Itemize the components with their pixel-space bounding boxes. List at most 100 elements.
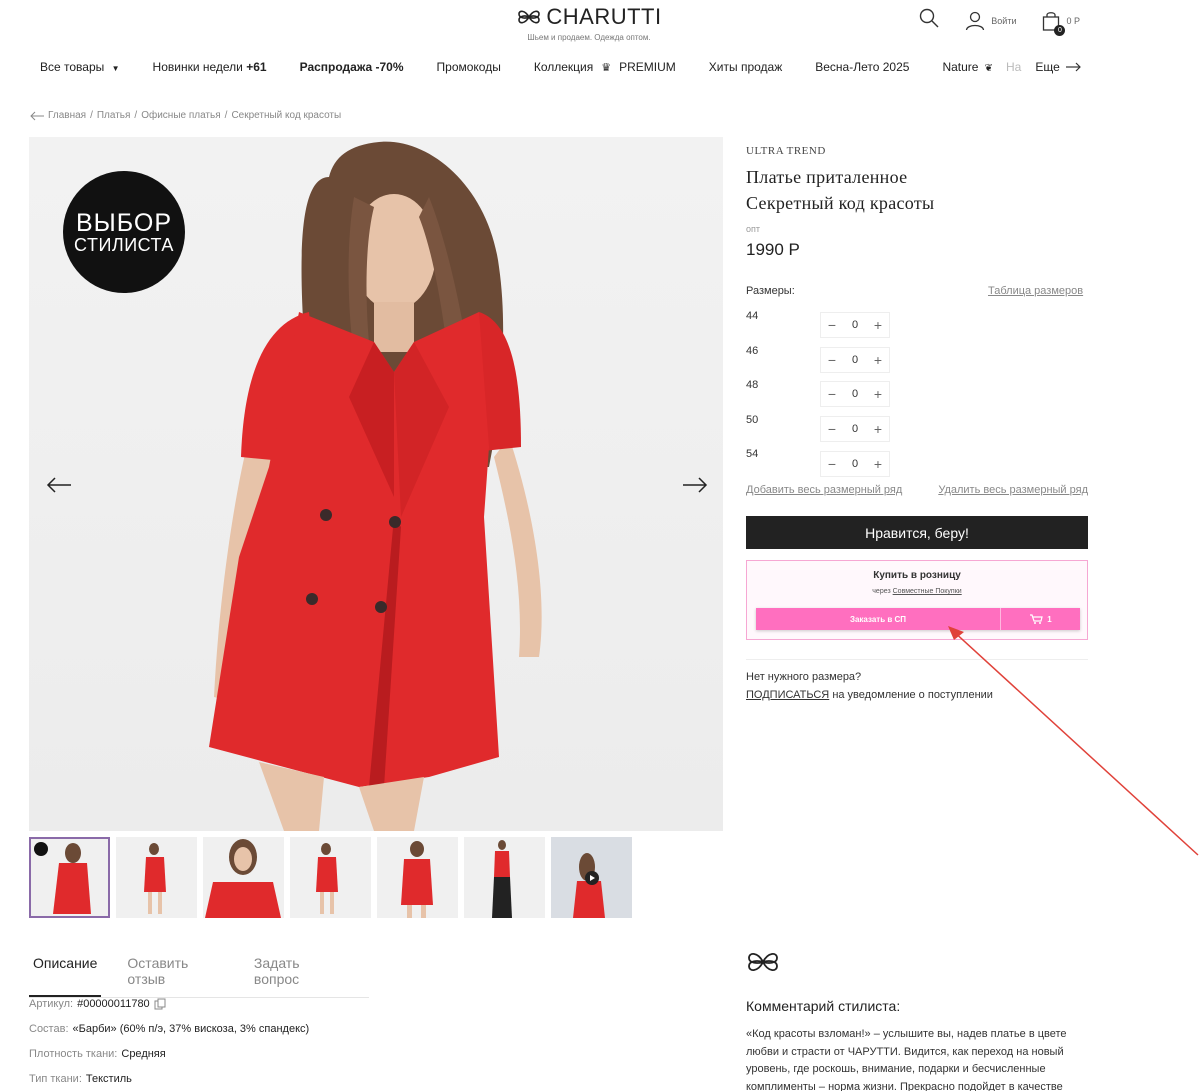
thumbnail[interactable]: [377, 837, 458, 918]
prev-arrow-icon[interactable]: [45, 473, 73, 497]
site-logo[interactable]: CHARUTTI Шьем и продаем. Одежда оптом.: [514, 4, 664, 42]
badge-line1: ВЫБОР: [75, 209, 173, 237]
cart-link[interactable]: 0 0 Р: [1042, 11, 1080, 36]
plus-icon[interactable]: +: [871, 352, 885, 368]
main-navigation: Все товары ▼ Новинки недели +61 Распрода…: [40, 60, 1026, 74]
breadcrumb-home[interactable]: Главная: [48, 110, 86, 121]
plus-icon[interactable]: +: [871, 317, 885, 333]
size-row: 44 − 0 +: [746, 308, 890, 343]
thumbnail-video[interactable]: [551, 837, 632, 918]
product-tabs: Описание Оставить отзыв Задать вопрос: [29, 955, 369, 998]
thumbnail-image: [205, 839, 281, 918]
breadcrumb-dresses[interactable]: Платья: [97, 110, 131, 121]
product-title: Платье приталенное Секретный код красоты: [746, 167, 935, 213]
nav-hits[interactable]: Хиты продаж: [709, 60, 782, 74]
quantity-value[interactable]: 0: [852, 388, 858, 400]
arrow-right-icon: [1065, 62, 1081, 72]
size-row: 50 − 0 +: [746, 412, 890, 447]
plus-icon[interactable]: +: [871, 386, 885, 402]
new-week-count: +61: [246, 60, 267, 74]
stylist-comment-title: Комментарий стилиста:: [746, 998, 901, 1014]
thumbnail-image: [401, 841, 433, 918]
retail-title: Купить в розницу: [873, 570, 961, 581]
size-value: 50: [746, 413, 759, 426]
size-value: 48: [746, 379, 759, 392]
thumbnail[interactable]: [29, 837, 110, 918]
cart-total: 0 Р: [1066, 15, 1080, 26]
thumbnail[interactable]: [203, 837, 284, 918]
plus-icon[interactable]: +: [871, 456, 885, 472]
minus-icon[interactable]: −: [825, 456, 839, 472]
quantity-value[interactable]: 0: [852, 354, 858, 366]
nav-nature[interactable]: Nature ❦: [942, 60, 992, 74]
sizes-label: Размеры:: [746, 285, 795, 297]
thumbnail-image: [492, 840, 512, 918]
quantity-value[interactable]: 0: [852, 423, 858, 435]
product-price: 1990 Р: [746, 240, 800, 259]
copy-icon[interactable]: [154, 998, 166, 1010]
thumbnail-image: [144, 843, 166, 914]
login-link[interactable]: Войти: [965, 11, 1016, 31]
minus-icon[interactable]: −: [825, 421, 839, 437]
annotation-arrow: [948, 626, 1199, 856]
search-icon[interactable]: [919, 8, 939, 33]
nav-more[interactable]: Еще: [1035, 60, 1081, 74]
back-arrow-icon[interactable]: [30, 111, 44, 121]
tab-review[interactable]: Оставить отзыв: [123, 955, 228, 997]
nav-season[interactable]: Весна-Лето 2025: [815, 60, 909, 74]
quantity-stepper: − 0 +: [820, 312, 890, 339]
tab-question[interactable]: Задать вопрос: [250, 955, 347, 997]
login-label: Войти: [991, 15, 1017, 26]
logo-text: CHARUTTI: [546, 4, 662, 29]
thumbnail[interactable]: [116, 837, 197, 918]
size-value: 44: [746, 310, 759, 322]
joint-purchases-link[interactable]: Совместные Покупки: [893, 588, 962, 595]
thumbnail[interactable]: [464, 837, 545, 918]
breadcrumb-current: Секретный код красоты: [231, 110, 342, 121]
product-specs: Артикул: #00000011780 Состав: «Барби» (6…: [29, 998, 309, 1091]
spec-density: Плотность ткани: Средняя: [29, 1048, 166, 1060]
price-label: опт: [746, 224, 761, 234]
play-icon[interactable]: [585, 871, 599, 885]
size-row: 48 − 0 +: [746, 377, 890, 412]
nav-new-week[interactable]: Новинки недели +61: [153, 60, 267, 74]
nav-collection-premium[interactable]: Коллекция ♛ PREMIUM: [534, 60, 676, 74]
cart-count-badge: 0: [1054, 24, 1066, 36]
add-all-sizes-link[interactable]: Добавить весь размерный ряд: [746, 484, 902, 496]
remove-all-sizes-link[interactable]: Удалить весь размерный ряд: [938, 484, 1088, 496]
tab-description[interactable]: Описание: [29, 955, 102, 997]
plus-icon[interactable]: +: [871, 421, 885, 437]
minus-icon[interactable]: −: [825, 386, 839, 402]
thumbnail[interactable]: [290, 837, 371, 918]
size-table-link[interactable]: Таблица размеров: [988, 285, 1083, 297]
spec-fabric: Тип ткани: Текстиль: [29, 1073, 132, 1085]
quantity-stepper: − 0 +: [820, 416, 890, 443]
main-product-photo[interactable]: ВЫБОР СТИЛИСТА: [29, 137, 723, 831]
minus-icon[interactable]: −: [825, 352, 839, 368]
quantity-value[interactable]: 0: [852, 319, 858, 331]
spec-article: Артикул: #00000011780: [29, 998, 309, 1010]
quantity-value[interactable]: 0: [852, 458, 858, 470]
subscribe-link[interactable]: ПОДПИСАТЬСЯ: [746, 689, 829, 701]
buy-button[interactable]: Нравится, беру!: [746, 516, 1088, 549]
size-value: 54: [746, 448, 759, 461]
minus-icon[interactable]: −: [825, 317, 839, 333]
charutti-logo-icon: [518, 10, 541, 24]
quantity-stepper: − 0 +: [820, 450, 890, 477]
size-list: 44 − 0 + 46 − 0 + 48 − 0 + 50 − 0 + 54 −…: [746, 308, 890, 481]
charutti-emblem-icon: [748, 953, 778, 971]
quantity-stepper: − 0 +: [820, 381, 890, 408]
nav-sale[interactable]: Распродажа -70%: [300, 60, 404, 74]
product-brand: ULTRA TREND: [746, 145, 826, 157]
nav-all-goods[interactable]: Все товары ▼: [40, 60, 120, 74]
badge-line2: СТИЛИСТА: [74, 235, 174, 255]
spec-composition: Состав: «Барби» (60% п/э, 37% вискоза, 3…: [29, 1023, 310, 1035]
retail-subtitle: через Совместные Покупки: [872, 588, 962, 595]
breadcrumb-office[interactable]: Офисные платья: [141, 110, 220, 121]
mini-badge-icon: [34, 842, 48, 856]
nav-promo[interactable]: Промокоды: [437, 60, 501, 74]
nav-faded-item[interactable]: На: [1006, 60, 1021, 74]
next-arrow-icon[interactable]: [681, 473, 709, 497]
dropdown-caret-icon: ▼: [111, 64, 120, 73]
size-value: 46: [746, 344, 759, 357]
